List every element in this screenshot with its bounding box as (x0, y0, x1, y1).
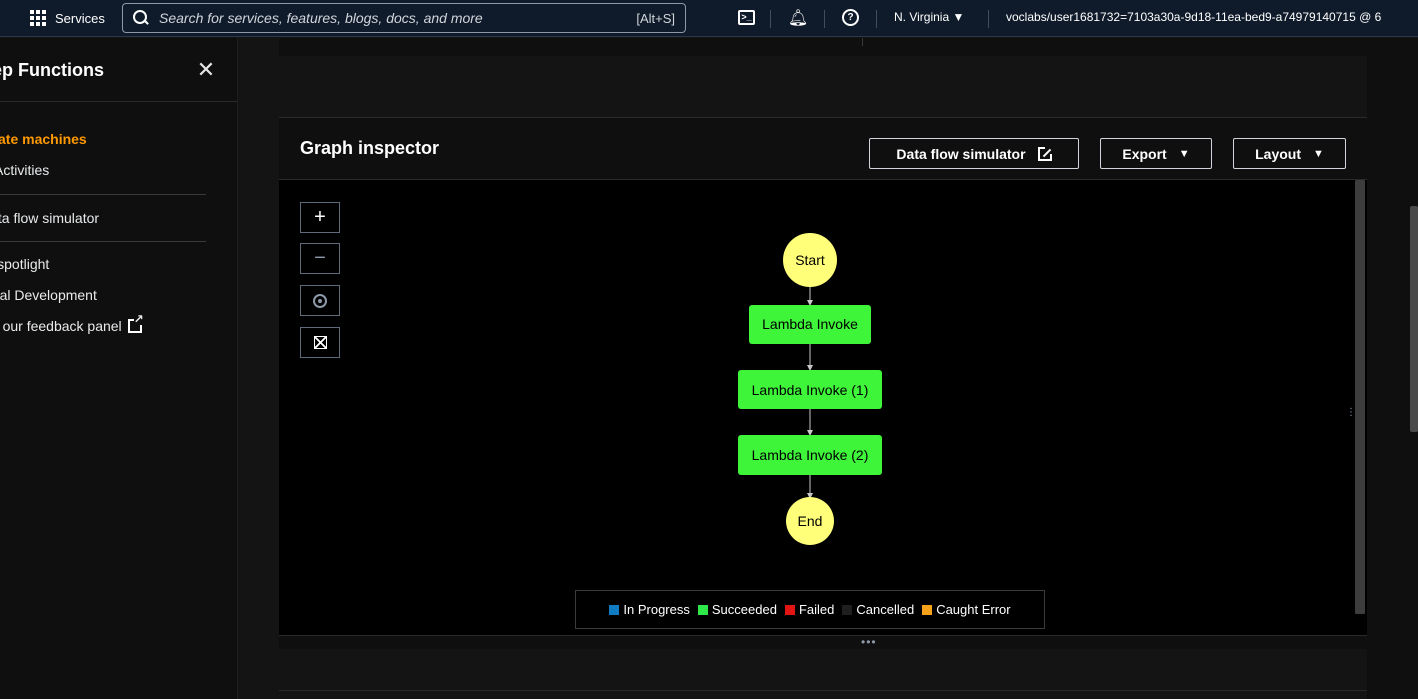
sidebar-item-data-flow-simulator[interactable]: Data flow simulator (0, 210, 99, 226)
legend-item: Failed (784, 602, 835, 617)
nav-divider (824, 10, 825, 28)
node-end[interactable]: End (786, 497, 834, 545)
external-link-icon (127, 313, 144, 333)
divider (862, 38, 863, 46)
search-input[interactable]: Search for services, features, blogs, do… (122, 3, 686, 33)
legend-label: Failed (798, 602, 835, 617)
panel-resize-bar[interactable]: ••• (279, 635, 1367, 649)
legend-label: Caught Error (936, 602, 1011, 617)
page-scrollbar[interactable] (1410, 206, 1418, 432)
legend-item: Cancelled (842, 602, 914, 617)
help-icon[interactable]: ? (842, 9, 859, 26)
top-navigation-bar: Services Search for services, features, … (0, 0, 1418, 37)
grid-icon (30, 9, 47, 27)
in-progress-swatch (609, 604, 620, 615)
node-start-label: Start (795, 252, 825, 268)
sidebar-item-state-machines[interactable]: State machines (0, 131, 87, 147)
legend-item: Succeeded (697, 602, 777, 617)
search-placeholder: Search for services, features, blogs, do… (159, 10, 483, 26)
top-panel-strip (279, 38, 1367, 56)
nav-divider (876, 10, 877, 28)
divider (0, 101, 237, 102)
drag-handle-icon: ••• (861, 635, 877, 649)
region-selector[interactable]: N. Virginia ▼ (894, 10, 964, 24)
close-icon[interactable]: ✕ (196, 59, 216, 81)
account-menu[interactable]: voclabs/user1681732=7103a30a-9d18-11ea-b… (1006, 10, 1381, 24)
resize-handle-vertical[interactable]: ⋮ (1346, 408, 1356, 418)
legend-item: Caught Error (922, 602, 1011, 617)
divider (279, 690, 1367, 691)
sidebar-title: Step Functions (0, 60, 104, 80)
main-content: Graph inspector Data flow simulator Expo… (238, 38, 1418, 699)
node-lambda-invoke-1[interactable]: Lambda Invoke (1) (738, 370, 882, 409)
caught-error-swatch (922, 604, 933, 615)
node-end-label: End (798, 513, 823, 529)
side-navigation: Step Functions ✕ State machines Activiti… (0, 38, 238, 699)
search-shortcut-hint: [Alt+S] (636, 10, 675, 26)
divider (0, 194, 206, 195)
workflow-graph: Start Lambda Invoke Lambda Invoke (1) La… (738, 233, 882, 545)
node-lambda-invoke-label: Lambda Invoke (762, 316, 858, 332)
legend-item: In Progress (609, 602, 690, 617)
legend-label: Succeeded (711, 602, 777, 617)
bell-icon[interactable]: 🔔︎ (788, 9, 808, 27)
node-lambda-invoke-2-label: Lambda Invoke (2) (752, 447, 869, 463)
search-icon (133, 10, 149, 26)
status-legend: In Progress Succeeded Failed Cancelled C… (575, 590, 1045, 629)
graph-inspector-panel: Graph inspector Data flow simulator Expo… (279, 117, 1367, 649)
feedback-link-label: Join our feedback panel (0, 318, 122, 334)
sidebar-item-local-development[interactable]: Local Development (0, 287, 97, 303)
legend-label: Cancelled (856, 602, 915, 617)
cloudshell-icon[interactable]: >_ (738, 10, 755, 25)
node-lambda-invoke-1-label: Lambda Invoke (1) (752, 382, 869, 398)
sidebar-item-activities[interactable]: Activities (0, 162, 49, 178)
node-start[interactable]: Start (783, 233, 837, 287)
failed-swatch (784, 604, 795, 615)
nav-divider (988, 10, 989, 28)
services-menu-button[interactable]: Services (30, 8, 105, 28)
sidebar-item-feedback-panel[interactable]: Join our feedback panel (0, 313, 144, 334)
nav-divider (770, 10, 771, 28)
cancelled-swatch (842, 604, 853, 615)
node-lambda-invoke-2[interactable]: Lambda Invoke (2) (738, 435, 882, 475)
graph-scrollbar[interactable] (1355, 180, 1365, 614)
divider (0, 241, 206, 242)
services-label: Services (55, 10, 105, 26)
succeeded-swatch (697, 604, 708, 615)
legend-label: In Progress (623, 602, 690, 617)
node-lambda-invoke[interactable]: Lambda Invoke (749, 305, 871, 344)
sidebar-item-feature-spotlight[interactable]: Feature spotlight (0, 256, 49, 272)
